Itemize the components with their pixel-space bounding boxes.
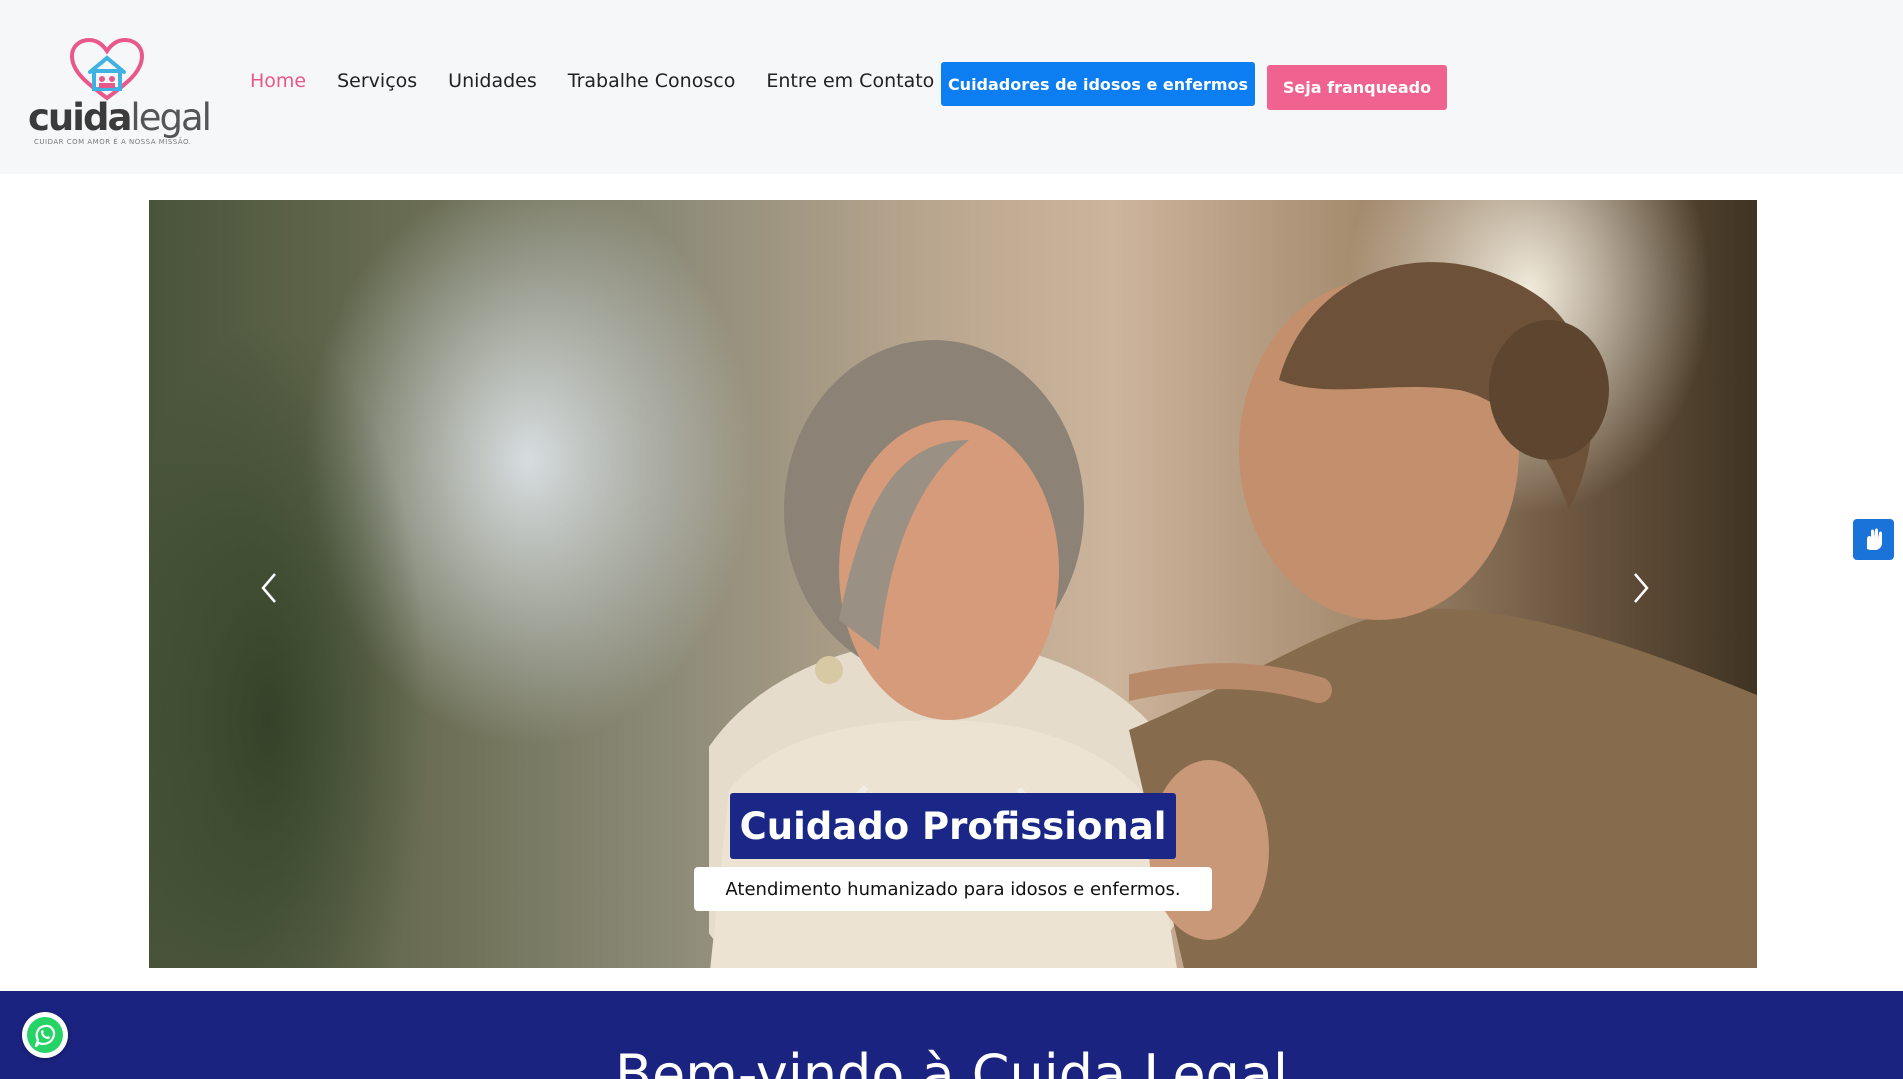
nav-unidades[interactable]: Unidades [448,70,537,92]
nav-home[interactable]: Home [250,70,306,92]
nav-entre-em-contato[interactable]: Entre em Contato [766,70,934,92]
hero-background-foliage [149,200,569,968]
nav-trabalhe-conosco[interactable]: Trabalhe Conosco [568,70,736,92]
hero-slider: Cuidado Profissional Atendimento humaniz… [149,200,1757,968]
hero-photo-caregiver [1129,262,1757,968]
caregivers-button[interactable]: Cuidadores de idosos e enfermos [941,62,1255,106]
brand-logo[interactable]: cuidalegal CUIDAR COM AMOR É A NOSSA MIS… [28,38,212,150]
chevron-left-icon[interactable] [255,568,285,608]
nav-servicos[interactable]: Serviços [337,70,417,92]
heart-house-icon [69,38,145,101]
whatsapp-icon [27,1017,63,1053]
franchise-button[interactable]: Seja franqueado [1267,65,1447,110]
hero-subtitle: Atendimento humanizado para idosos e enf… [694,867,1212,911]
chevron-right-icon[interactable] [1625,568,1655,608]
welcome-section: Bem-vindo à Cuida Legal [0,991,1903,1079]
whatsapp-button[interactable] [22,1012,68,1058]
brand-wordmark: cuidalegal [28,96,212,139]
site-header: cuidalegal CUIDAR COM AMOR É A NOSSA MIS… [0,0,1903,174]
sign-language-icon [1866,528,1882,550]
brand-tagline: CUIDAR COM AMOR É A NOSSA MISSÃO. [34,138,192,146]
hero-title: Cuidado Profissional [730,793,1176,859]
welcome-title: Bem-vindo à Cuida Legal [614,1043,1289,1079]
main-nav: Home Serviços Unidades Trabalhe Conosco … [250,70,965,92]
accessibility-widget-button[interactable] [1853,519,1894,560]
